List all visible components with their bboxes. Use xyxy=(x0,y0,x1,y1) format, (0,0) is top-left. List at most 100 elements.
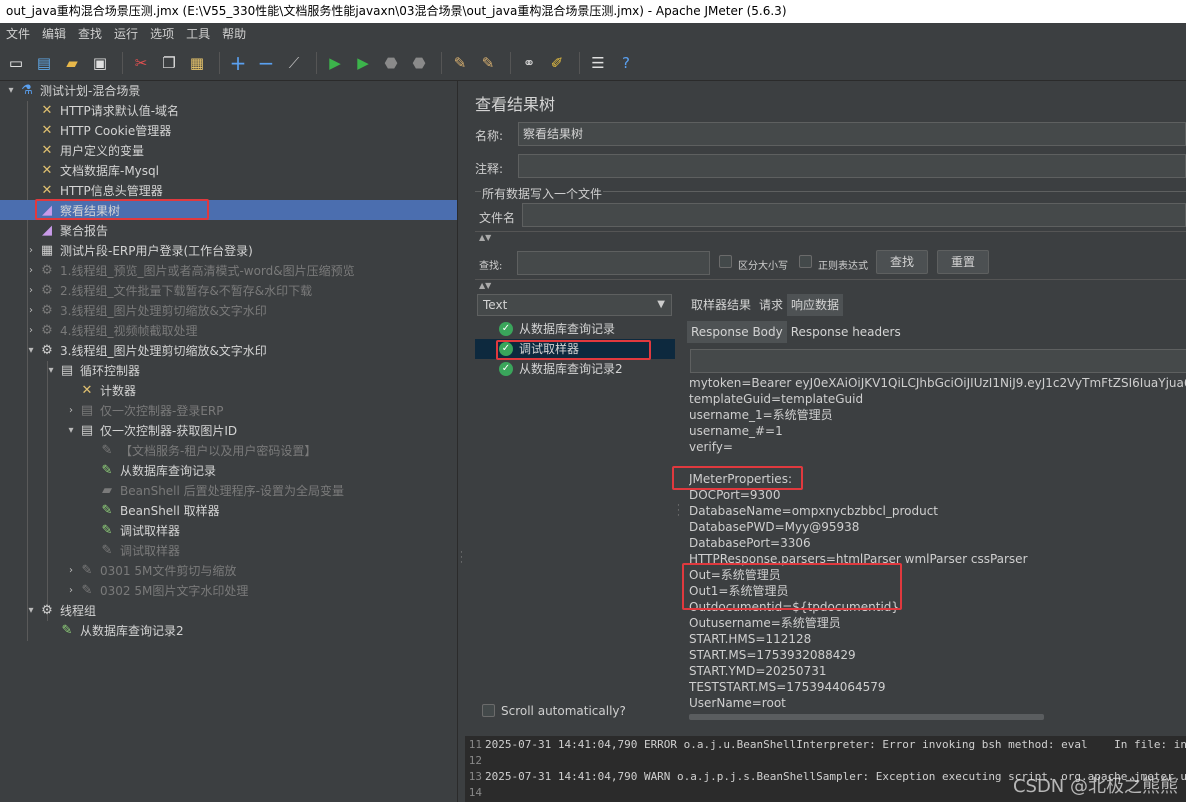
stop-icon[interactable]: ⬣ xyxy=(379,51,403,75)
menu-run[interactable]: 运行 xyxy=(108,23,144,45)
filename-field[interactable] xyxy=(522,203,1186,227)
clear-all-icon[interactable]: ✎ xyxy=(476,51,500,75)
tree-node[interactable]: › ⚙ 4.线程组_视频帧截取处理 xyxy=(24,321,197,341)
collapse-arrows-icon[interactable]: ▲▼ xyxy=(479,233,491,242)
result-item[interactable]: ✓ 从数据库查询记录 xyxy=(499,319,615,339)
tree-node[interactable]: › ▦ 测试片段-ERP用户登录(工作台登录) xyxy=(24,241,253,261)
collapsed-arrow-icon[interactable]: › xyxy=(24,321,38,341)
tab-response-data[interactable]: 响应数据 xyxy=(787,294,844,316)
tree-node[interactable]: ▾ ⚙ 线程组 xyxy=(24,601,96,621)
tree-node[interactable]: › ✎ 0302 5M图片文字水印处理 xyxy=(64,581,248,601)
menu-edit[interactable]: 编辑 xyxy=(36,23,72,45)
reset-button[interactable]: 重置 xyxy=(937,250,989,274)
tree-node[interactable]: ✎ 从数据库查询记录2 xyxy=(44,621,184,641)
tree-node-label: 从数据库查询记录2 xyxy=(80,624,184,638)
tree-node-label: 仅一次控制器-登录ERP xyxy=(100,404,224,418)
tab-request[interactable]: 请求 xyxy=(755,294,787,316)
tree-node[interactable]: ✎ 调试取样器 xyxy=(84,521,180,541)
menu-help[interactable]: 帮助 xyxy=(216,23,252,45)
collapse-arrows-icon[interactable]: ▲▼ xyxy=(479,281,491,290)
horizontal-scrollbar[interactable] xyxy=(689,714,1044,720)
collapsed-arrow-icon[interactable]: › xyxy=(24,281,38,301)
result-item[interactable]: ✓ 调试取样器 xyxy=(499,339,579,359)
menu-search[interactable]: 查找 xyxy=(72,23,108,45)
tree-node[interactable]: ✎ BeanShell 取样器 xyxy=(84,501,220,521)
tree-node[interactable]: ▾ ▤ 仅一次控制器-获取图片ID xyxy=(64,421,237,441)
log-line-text: 2025-07-31 14:41:04,790 ERROR o.a.j.u.Be… xyxy=(485,738,1186,751)
collapse-icon[interactable]: − xyxy=(254,51,278,75)
open-icon[interactable]: ▰ xyxy=(60,51,84,75)
tab-response-headers[interactable]: Response headers xyxy=(787,321,905,343)
collapsed-arrow-icon[interactable]: › xyxy=(64,401,78,421)
copy-icon[interactable]: ❐ xyxy=(157,51,181,75)
response-search-field[interactable] xyxy=(690,349,1186,373)
start-no-pause-icon[interactable]: ▶ xyxy=(351,51,375,75)
expanded-arrow-icon[interactable]: ▾ xyxy=(24,601,38,621)
clear-icon[interactable]: ✎ xyxy=(448,51,472,75)
regex-checkbox[interactable] xyxy=(799,255,812,268)
split-pane-divider[interactable]: · · · xyxy=(457,81,465,802)
collapsed-arrow-icon[interactable]: › xyxy=(24,241,38,261)
expand-icon[interactable]: + xyxy=(226,51,250,75)
tree-node[interactable]: › ⚙ 1.线程组_预览_图片或者高清模式-word&图片压缩预览 xyxy=(24,261,355,281)
find-button[interactable]: 查找 xyxy=(876,250,928,274)
new-icon[interactable]: ▭ xyxy=(4,51,28,75)
results-divider[interactable]: · · · xyxy=(677,294,683,729)
collapsed-arrow-icon[interactable]: › xyxy=(24,261,38,281)
tree-node[interactable]: ✕ 文档数据库-Mysql xyxy=(24,161,159,181)
toggle-icon[interactable]: ⟋ xyxy=(282,51,306,75)
renderer-select[interactable]: Text ▼ xyxy=(477,294,672,316)
tree-node[interactable]: ◢ 察看结果树 xyxy=(24,201,120,221)
expanded-arrow-icon[interactable]: ▾ xyxy=(44,361,58,381)
test-plan-tree: ▾ ⚗ 测试计划-混合场景 ✕ HTTP请求默认值-域名 ✕ HTTP Cookie管理器 ✕… xyxy=(0,81,457,802)
tree-node[interactable]: ▾ ⚙ 3.线程组_图片处理剪切缩放&文字水印 xyxy=(24,341,266,361)
tree-node[interactable]: ✎ 调试取样器 xyxy=(84,541,180,561)
tree-node[interactable]: ▰ BeanShell 后置处理程序-设置为全局变量 xyxy=(84,481,344,501)
comment-field[interactable] xyxy=(518,154,1186,178)
menu-file[interactable]: 文件 xyxy=(0,23,36,45)
expanded-arrow-icon[interactable]: ▾ xyxy=(64,421,78,441)
comment-label: 注释: xyxy=(475,162,504,176)
paste-icon[interactable]: ▦ xyxy=(185,51,209,75)
tab-sampler-result[interactable]: 取样器结果 xyxy=(687,294,755,316)
scroll-auto-checkbox[interactable] xyxy=(482,704,495,717)
search-icon[interactable]: ⚭ xyxy=(517,51,541,75)
tree-node[interactable]: ✕ HTTP请求默认值-域名 xyxy=(24,101,180,121)
tree-node[interactable]: ◢ 聚合报告 xyxy=(24,221,108,241)
function-helper-icon[interactable]: ☰ xyxy=(586,51,610,75)
search-field[interactable] xyxy=(517,251,710,275)
tree-node[interactable]: ✕ 计数器 xyxy=(64,381,136,401)
name-field[interactable]: 察看结果树 xyxy=(518,122,1186,146)
tree-node[interactable]: ▾ ⚗ 测试计划-混合场景 xyxy=(4,81,140,101)
toolbar: ▭ ▤ ▰ ▣ ✂ ❐ ▦ + − ⟋ ▶ ▶ ⬣ ⬣ ✎ ✎ ⚭ ✐ ☰ ? xyxy=(0,45,1186,81)
cut-icon[interactable]: ✂ xyxy=(129,51,153,75)
tree-node[interactable]: ✎ 从数据库查询记录 xyxy=(84,461,216,481)
expanded-arrow-icon[interactable]: ▾ xyxy=(4,81,18,101)
start-icon[interactable]: ▶ xyxy=(323,51,347,75)
save-icon[interactable]: ▣ xyxy=(88,51,112,75)
templates-icon[interactable]: ▤ xyxy=(32,51,56,75)
collapsed-arrow-icon[interactable]: › xyxy=(64,561,78,581)
collapsed-arrow-icon[interactable]: › xyxy=(64,581,78,601)
case-sensitive-checkbox[interactable] xyxy=(719,255,732,268)
tree-node[interactable]: › ▤ 仅一次控制器-登录ERP xyxy=(64,401,224,421)
shutdown-icon[interactable]: ⬣ xyxy=(407,51,431,75)
menu-options[interactable]: 选项 xyxy=(144,23,180,45)
tree-node[interactable]: ✕ HTTP信息头管理器 xyxy=(24,181,163,201)
tree-node[interactable]: ▾ ▤ 循环控制器 xyxy=(44,361,140,381)
help-icon[interactable]: ? xyxy=(614,51,638,75)
tree-node[interactable]: › ⚙ 3.线程组_图片处理剪切缩放&文字水印 xyxy=(24,301,267,321)
tree-node[interactable]: ✕ 用户定义的变量 xyxy=(24,141,144,161)
tree-node[interactable]: ✕ HTTP Cookie管理器 xyxy=(24,121,172,141)
case-sensitive-label: 区分大小写 xyxy=(738,261,788,272)
tree-node[interactable]: › ⚙ 2.线程组_文件批量下载暂存&不暂存&水印下载 xyxy=(24,281,312,301)
expanded-arrow-icon[interactable]: ▾ xyxy=(24,341,38,361)
reset-search-icon[interactable]: ✐ xyxy=(545,51,569,75)
collapsed-arrow-icon[interactable]: › xyxy=(24,301,38,321)
menu-tools[interactable]: 工具 xyxy=(180,23,216,45)
tab-response-body[interactable]: Response Body xyxy=(687,321,787,343)
tree-node[interactable]: ✎ 【文档服务-租户以及用户密码设置】 xyxy=(84,441,317,461)
tree-node-label: 调试取样器 xyxy=(120,544,181,558)
result-item[interactable]: ✓ 从数据库查询记录2 xyxy=(499,359,623,379)
tree-node[interactable]: › ✎ 0301 5M文件剪切与缩放 xyxy=(64,561,236,581)
